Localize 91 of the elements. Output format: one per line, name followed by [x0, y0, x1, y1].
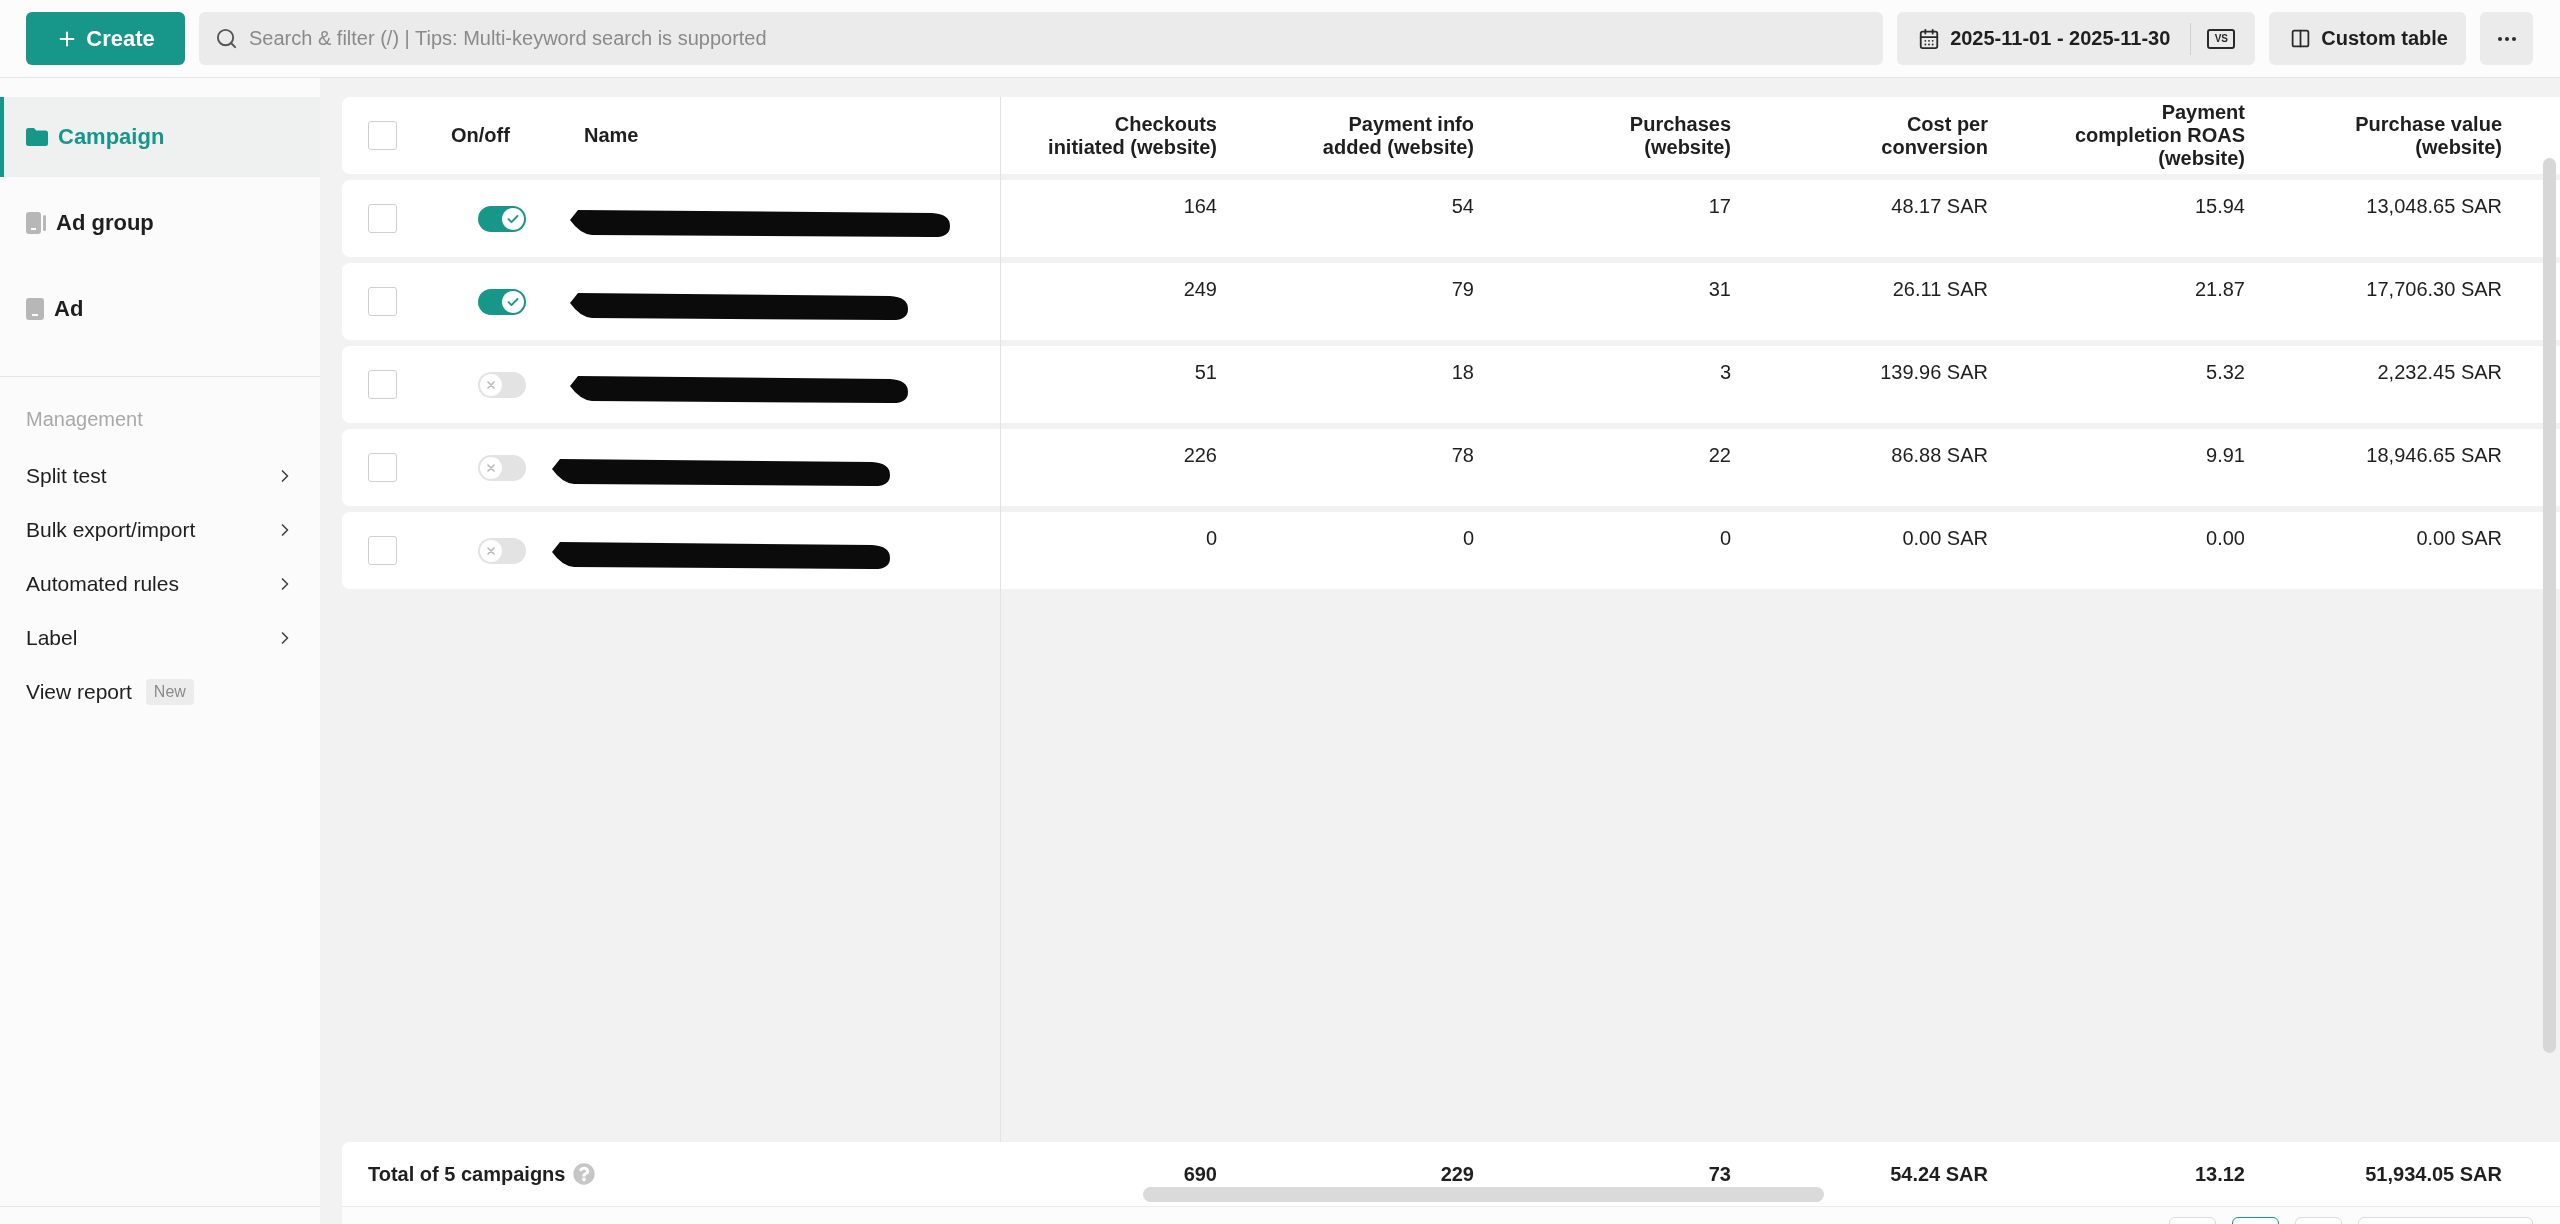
toggle-switch[interactable]	[478, 288, 526, 315]
check-icon	[502, 290, 524, 313]
table-cell-text: 18	[1450, 360, 1475, 384]
table-cell-text: 226	[1182, 443, 1218, 467]
table-cell-text: 26.11 SAR	[1891, 277, 1989, 301]
toggle-switch[interactable]	[478, 371, 526, 398]
table-cell-text: 48.17 SAR	[1890, 194, 1989, 218]
column-header: Payment completion ROAS (website)	[2074, 101, 2246, 170]
search-icon	[215, 27, 238, 50]
section-heading: Management	[26, 408, 143, 430]
cross-icon	[480, 456, 502, 479]
table-cell-text: 86.88 SAR	[1890, 443, 1989, 467]
menu-item[interactable]: Split test	[0, 449, 320, 503]
toggle-switch[interactable]	[478, 537, 526, 564]
table-cell-text: 0.00 SAR	[2415, 526, 2503, 550]
total-cell-text: 51,934.05 SAR	[2364, 1162, 2503, 1186]
table-cell-text: 0	[1204, 526, 1218, 550]
cross-icon	[480, 373, 502, 396]
table-cell-text: 9.91	[2205, 443, 2246, 467]
table-cell-text: 249	[1182, 277, 1218, 301]
level-tab[interactable]: Ad	[0, 269, 320, 349]
table-cell-text: 2,232.45 SAR	[2376, 360, 2503, 384]
column-header: Payment info added (website)	[1321, 112, 1475, 159]
total-cell-text: 690	[1182, 1162, 1218, 1186]
table-row[interactable]: 164 54 17 48.17 SAR 15.94 13,048.65 SAR	[342, 180, 2560, 257]
checkbox[interactable]	[368, 204, 397, 233]
cross-icon	[480, 539, 502, 562]
card-icon	[26, 298, 44, 320]
column-header: Cost per conversion	[1880, 112, 1989, 159]
checkbox[interactable]	[368, 453, 397, 482]
column-header: Purchases (website)	[1628, 112, 1732, 159]
table-cell-text: 0	[1718, 526, 1732, 550]
table-row[interactable]: 226 78 22 86.88 SAR 9.91 18,946.65 SAR	[342, 429, 2560, 506]
columns-icon	[2290, 28, 2312, 49]
table-cell-text: 31	[1707, 277, 1732, 301]
table-cell-text: 0	[1461, 526, 1475, 550]
checkbox[interactable]	[368, 287, 397, 316]
menu-item[interactable]: Automated rules	[0, 557, 320, 611]
column-header: Name	[584, 124, 640, 147]
more-icon	[2497, 36, 2516, 41]
table-row[interactable]: 51 18 3 139.96 SAR 5.32 2,232.45 SAR	[342, 346, 2560, 423]
table-cell-text: 21.87	[2193, 277, 2246, 301]
more-button[interactable]	[2480, 12, 2533, 65]
help-icon[interactable]	[573, 1163, 596, 1185]
new-badge: New	[145, 679, 194, 705]
total-label: Total of 5 campaigns	[368, 1162, 566, 1186]
checkbox[interactable]	[368, 370, 397, 399]
menu-item[interactable]: Label	[0, 611, 320, 665]
folder-icon	[26, 128, 48, 146]
table-cell-text: 18,946.65 SAR	[2365, 443, 2503, 467]
menu-item[interactable]: View report New	[0, 665, 320, 719]
level-tab[interactable]: Ad group	[0, 183, 320, 263]
table-cell-text: 51	[1193, 360, 1218, 384]
checkbox[interactable]	[368, 121, 397, 150]
date-range-button[interactable]: 2025-11-01 - 2025-11-30	[1918, 27, 2171, 50]
table-cell-text: 17	[1707, 194, 1732, 218]
vertical-scrollbar[interactable]	[2543, 158, 2556, 1053]
table-cell-text: 15.94	[2193, 194, 2246, 218]
total-cell-text: 13.12	[2193, 1162, 2246, 1186]
stacked-card-icon	[26, 212, 46, 234]
total-cell-text: 229	[1439, 1162, 1475, 1186]
horizontal-scrollbar[interactable]	[1143, 1187, 1824, 1202]
toggle-switch[interactable]	[478, 205, 526, 232]
table-cell-text: 17,706.30 SAR	[2365, 277, 2503, 301]
table-cell-text: 78	[1450, 443, 1475, 467]
table-cell-text: 22	[1707, 443, 1732, 467]
table-cell-text: 0.00 SAR	[1901, 526, 1989, 550]
create-button[interactable]: Create	[26, 12, 185, 65]
table-row[interactable]: 249 79 31 26.11 SAR 21.87 17,706.30 SAR	[342, 263, 2560, 340]
table-cell-text: 54	[1450, 194, 1475, 218]
table-cell-text: 79	[1450, 277, 1475, 301]
column-header: On/off	[451, 124, 511, 147]
calendar-icon	[1918, 27, 1941, 50]
custom-table-button[interactable]: Custom table	[2269, 12, 2466, 65]
checkbox[interactable]	[368, 536, 397, 565]
menu-item[interactable]: Bulk export/import	[0, 503, 320, 557]
column-header: Purchase value (website)	[2354, 112, 2503, 159]
table-row[interactable]: 0 0 0 0.00 SAR 0.00 0.00 SAR	[342, 512, 2560, 589]
toggle-switch[interactable]	[478, 454, 526, 481]
total-cell-text: 73	[1707, 1162, 1732, 1186]
table-cell-text: 3	[1718, 360, 1732, 384]
total-cell-text: 54.24 SAR	[1889, 1162, 1989, 1186]
table-cell-text: 5.32	[2205, 360, 2246, 384]
table-cell-text: 13,048.65 SAR	[2365, 194, 2503, 218]
column-header: Checkouts initiated (website)	[1047, 112, 1218, 159]
table-cell-text: 164	[1182, 194, 1218, 218]
compare-button[interactable]: VS	[2207, 28, 2236, 49]
search-field[interactable]: Search & filter (/) | Tips: Multi-keyword search is supported	[199, 12, 1884, 65]
check-icon	[502, 207, 524, 230]
table-cell-text: 0.00	[2205, 526, 2246, 550]
table-cell-text: 139.96 SAR	[1879, 360, 1989, 384]
